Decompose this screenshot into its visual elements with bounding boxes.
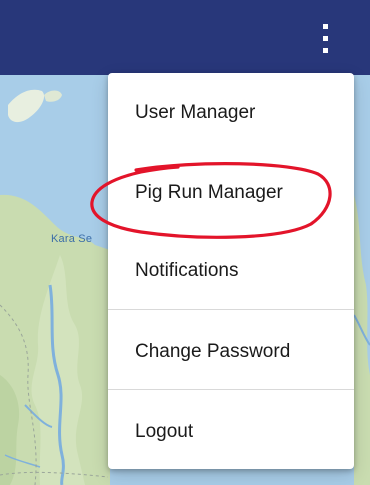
menu-item-label: Notifications (135, 260, 239, 281)
sea-label: Kara Se (51, 233, 93, 245)
menu-item-notifications[interactable]: Notifications (108, 245, 354, 297)
menu-item-pig-run-manager[interactable]: Pig Run Manager (108, 167, 354, 219)
kebab-dot (323, 48, 328, 53)
menu-item-label: User Manager (135, 102, 256, 123)
menu-divider (108, 309, 354, 310)
menu-item-label: Logout (135, 421, 194, 442)
top-app-bar (0, 0, 370, 75)
menu-item-logout[interactable]: Logout (108, 406, 354, 458)
kebab-dot (323, 36, 328, 41)
menu-item-label: Pig Run Manager (135, 182, 283, 203)
account-dropdown-menu: User Manager Pig Run Manager Notificatio… (108, 73, 354, 469)
kebab-dot (323, 24, 328, 29)
menu-item-label: Change Password (135, 341, 291, 362)
menu-item-change-password[interactable]: Change Password (108, 326, 354, 378)
more-vert-icon[interactable] (316, 22, 336, 56)
menu-divider (108, 389, 354, 390)
menu-item-user-manager[interactable]: User Manager (108, 87, 354, 139)
